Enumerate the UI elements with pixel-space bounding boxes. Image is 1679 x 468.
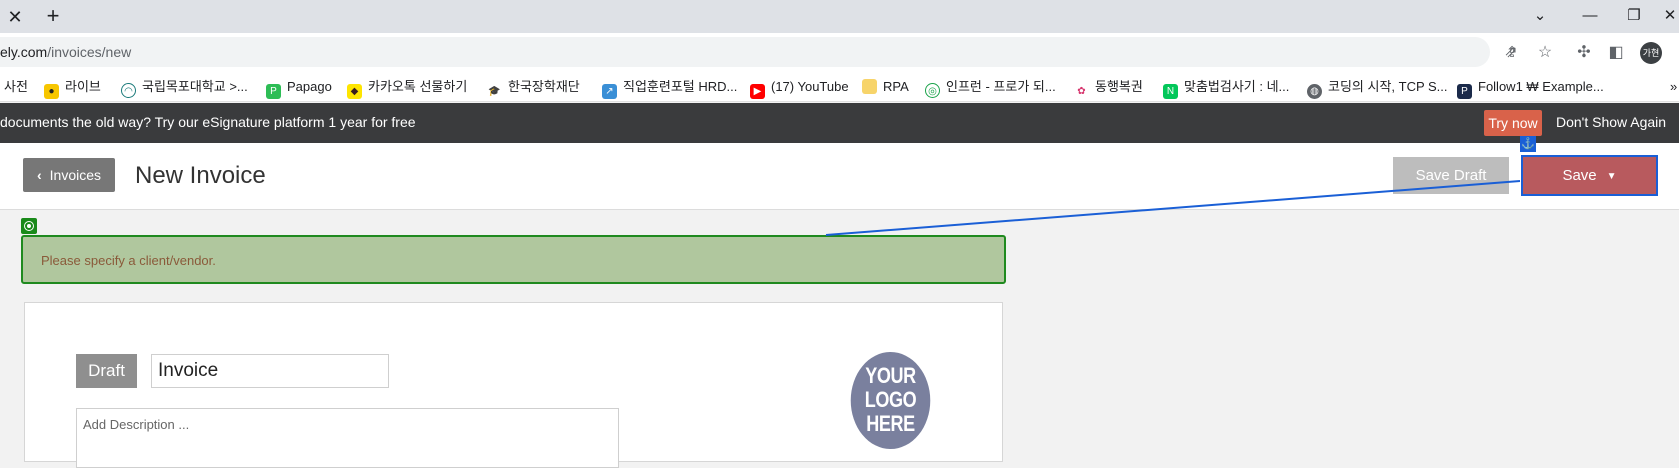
bookmark-label: 카카오톡 선물하기 [368,79,468,94]
logo-text-line: HERE [866,411,915,436]
share-icon[interactable]: ⇗ [1500,42,1522,64]
bookmark-label: 인프런 - 프로가 되... [946,79,1056,94]
caret-down-icon: ▼ [1606,171,1617,182]
bookmark-item[interactable]: ✿ 동행복권 [1074,72,1143,101]
hrd-icon: ↗ [602,84,617,99]
bookmark-label: 한국장학재단 [508,79,580,94]
tab-strip: ✕ + ⌄ — ❐ ✕ [0,0,1679,33]
promo-text: documents the old way? Try our eSignatur… [0,114,416,130]
bookmark-label: Follow1 ₩ Example... [1478,79,1604,94]
back-to-invoices-button[interactable]: ‹ Invoices [23,158,115,192]
naver-icon: N [1163,84,1178,99]
bookmarks-overflow-icon[interactable]: » [1670,72,1677,101]
bookmark-label: 직업훈련포털 HRD... [623,79,738,94]
omnibox[interactable]: ely.com/invoices/new ⇪ [0,37,1518,67]
p-icon: P [1457,84,1472,99]
description-input[interactable] [76,408,619,468]
bookmark-star-icon[interactable]: ☆ [1534,42,1556,64]
bookmark-label: (17) YouTube [771,79,849,94]
profile-avatar[interactable]: 가현 [1640,42,1662,64]
close-window-button[interactable]: ✕ [1650,2,1679,30]
bookmark-item[interactable]: ◍ 코딩의 시작, TCP S... [1307,72,1448,101]
bookmark-item[interactable]: N 맞춤법검사기 : 네... [1163,72,1290,101]
bookmark-item[interactable]: ◎ 인프런 - 프로가 되... [925,72,1056,101]
page-title: New Invoice [135,162,266,189]
kakao-icon: ◆ [347,84,362,99]
papago-icon: P [266,84,281,99]
bookmark-item[interactable]: ↗ 직업훈련포털 HRD... [602,72,738,101]
status-badge: Draft [76,354,137,388]
bookmark-label: 코딩의 시작, TCP S... [1328,79,1448,94]
bookmark-label: 맞춤법검사기 : 네... [1184,79,1290,94]
validation-alert: Please specify a client/vendor. [21,235,1006,284]
bookmark-item[interactable]: ◠ 국립목포대학교 >... [121,72,248,101]
anchor-icon: ⚓ [1520,136,1536,152]
side-panel-icon[interactable]: ◧ [1605,42,1627,64]
bookmark-label: RPA [883,79,909,94]
back-button-label: Invoices [49,167,102,183]
tab-search-chevron-icon[interactable]: ⌄ [1520,2,1560,30]
bookmark-label: 라이브 [65,79,101,94]
promo-banner: documents the old way? Try our eSignatur… [0,103,1679,143]
dont-show-again-link[interactable]: Don't Show Again [1556,114,1666,130]
bookmark-item[interactable]: ● 라이브 [44,72,101,101]
bookmark-label: 동행복권 [1095,79,1143,94]
bookmark-item[interactable]: P Follow1 ₩ Example... [1457,72,1604,101]
bookmark-item[interactable]: P Papago [266,72,332,101]
restore-button[interactable]: ❐ [1614,2,1654,30]
live-icon: ● [44,84,59,99]
save-button[interactable]: Save ▼ [1521,155,1658,196]
youtube-icon: ▶ [750,84,765,99]
bookmark-item[interactable]: ▶ (17) YouTube [750,72,849,101]
bookmark-label: 국립목포대학교 >... [142,79,248,94]
bookmark-label: 사전 [4,79,28,94]
url-path: /invoices/new [47,44,132,60]
invoice-title-input[interactable] [151,354,389,388]
url-text[interactable]: ely.com/invoices/new [0,44,131,60]
invoice-card: Draft YOUR LOGO HERE [24,302,1003,468]
alert-message: Please specify a client/vendor. [41,253,216,268]
logo-text-line: LOGO [864,387,917,412]
minimize-button[interactable]: — [1570,2,1610,30]
scholarship-icon: 🎓 [487,84,502,99]
university-icon: ◠ [121,83,136,98]
bookmarks-bar: 사전 ● 라이브 ◠ 국립목포대학교 >... P Papago ◆ 카카오톡 선물하기… [0,72,1679,102]
bookmark-item[interactable]: 사전 [4,72,28,101]
folder-icon [862,79,877,94]
bookmark-item[interactable]: 🎓 한국장학재단 [487,72,580,101]
globe-icon: ◍ [1307,84,1322,99]
extensions-icon[interactable]: ✣ [1573,42,1595,64]
bookmark-item[interactable]: RPA [862,72,909,101]
chevron-left-icon: ‹ [36,167,42,183]
logo-text-line: YOUR [865,363,916,388]
invoice-header: ‹ Invoices New Invoice Save Draft Save ▼ [0,143,1679,210]
lottery-icon: ✿ [1074,84,1089,99]
company-logo-placeholder[interactable]: YOUR LOGO HERE [850,352,931,449]
try-now-button[interactable]: Try now [1484,110,1542,136]
save-button-label: Save [1562,167,1597,184]
url-domain: ely.com [0,44,48,60]
new-tab-button[interactable]: + [40,4,66,30]
save-draft-button[interactable]: Save Draft [1393,157,1509,194]
bookmark-label: Papago [287,79,332,94]
close-tab-icon[interactable]: ✕ [4,6,26,28]
inflearn-icon: ◎ [925,83,940,98]
address-bar: ely.com/invoices/new ⇪ ⇗ ☆ ✣ ◧ 가현 [0,33,1679,72]
target-icon [21,218,37,234]
bookmark-item[interactable]: ◆ 카카오톡 선물하기 [347,72,468,101]
